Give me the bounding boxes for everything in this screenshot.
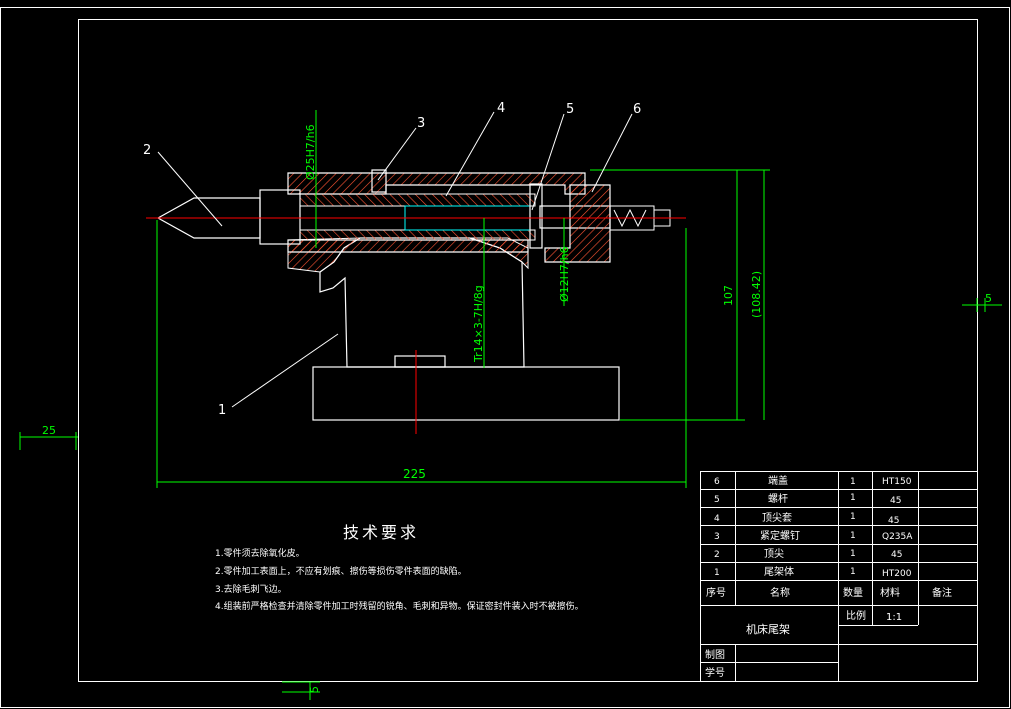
svg-text:Q235A: Q235A [882, 532, 913, 542]
tech-requirement-4: 4.组装前严格检查并清除零件加工时残留的锐角、毛刺和异物。保证密封件装入时不被擦… [215, 602, 584, 612]
callout-3: 3 [417, 116, 425, 131]
bom-row-1: 6 端盖 1 HT150 [714, 474, 912, 487]
callout-4: 4 [497, 101, 505, 116]
svg-text:紧定螺钉: 紧定螺钉 [760, 529, 800, 542]
scale-label: 比例 [846, 609, 866, 622]
callout-2: 2 [143, 143, 151, 158]
svg-text:顶尖: 顶尖 [764, 547, 784, 560]
bom-header-name: 名称 [770, 586, 790, 599]
svg-text:6: 6 [714, 477, 720, 487]
svg-text:1: 1 [850, 493, 856, 503]
svg-text:1: 1 [850, 512, 856, 522]
tech-requirements-title: 技术要求 [343, 523, 420, 542]
dim-fit-screw: Ø12H7/h6 [558, 246, 571, 302]
bom-header-no: 序号 [706, 586, 726, 599]
bom-header-remark: 备注 [932, 586, 952, 599]
bom-row-5: 2 顶尖 1 45 [714, 547, 902, 560]
dim-overall-width: 225 [403, 467, 426, 481]
svg-text:4: 4 [714, 514, 720, 524]
drawn-label: 制图 [705, 648, 725, 661]
svg-text:尾架体: 尾架体 [764, 566, 794, 578]
svg-text:螺杆: 螺杆 [768, 493, 788, 505]
svg-text:45: 45 [890, 496, 901, 506]
scale-value: 1:1 [886, 612, 902, 623]
callout-5: 5 [566, 102, 574, 117]
dim-fit-sleeve: Ø25H7/h6 [304, 124, 317, 180]
svg-text:端盖: 端盖 [768, 474, 788, 487]
bom-table-grid [700, 471, 978, 682]
tech-requirement-3: 3.去除毛刺飞边。 [215, 585, 287, 595]
end-cap [544, 184, 611, 263]
tech-requirement-2: 2.零件加工表面上，不应有划痕、擦伤等损伤零件表面的缺陷。 [215, 567, 467, 577]
bom-row-6: 1 尾架体 1 HT200 [714, 566, 912, 579]
center-shank [259, 189, 301, 245]
bom-header-material: 材料 [880, 586, 900, 599]
drawing-title: 机床尾架 [746, 622, 790, 636]
dim-thread: Tr14×3-7H/8g [472, 285, 485, 363]
callout-6: 6 [633, 102, 641, 117]
tech-requirement-1: 1.零件须去除氧化皮。 [215, 549, 305, 559]
housing-bottom [287, 239, 529, 253]
svg-text:1: 1 [850, 549, 856, 559]
svg-text:45: 45 [888, 516, 899, 526]
svg-text:HT150: HT150 [882, 477, 912, 487]
bom-row-2: 5 螺杆 1 45 [714, 493, 901, 506]
margin-bottom-label: 5 [308, 686, 321, 693]
sleeve-upper [299, 193, 536, 207]
svg-text:5: 5 [714, 495, 720, 505]
dim-height: 107 [722, 285, 735, 306]
inner-frame [78, 19, 978, 682]
bom-row-4: 3 紧定螺钉 1 Q235A [714, 529, 913, 542]
dimension-lines [156, 110, 770, 488]
tailstock-body [312, 237, 620, 421]
dim-height-ref: (108.42) [750, 271, 763, 318]
svg-text:1: 1 [850, 477, 856, 487]
bom-row-3: 4 顶尖套 1 45 [714, 511, 899, 526]
svg-text:1: 1 [850, 567, 856, 577]
sleeve-lower [299, 229, 536, 241]
svg-text:1: 1 [850, 531, 856, 541]
margin-left-label: 25 [42, 424, 56, 437]
bom-header-qty: 数量 [843, 586, 863, 599]
svg-text:3: 3 [714, 532, 720, 542]
svg-text:45: 45 [891, 550, 902, 560]
student-label: 学号 [705, 666, 725, 679]
margin-right-label: 5 [985, 292, 992, 305]
svg-text:顶尖套: 顶尖套 [762, 511, 792, 524]
svg-text:2: 2 [714, 550, 720, 560]
callout-1: 1 [218, 403, 226, 418]
svg-text:1: 1 [714, 568, 720, 578]
svg-text:HT200: HT200 [882, 569, 912, 579]
